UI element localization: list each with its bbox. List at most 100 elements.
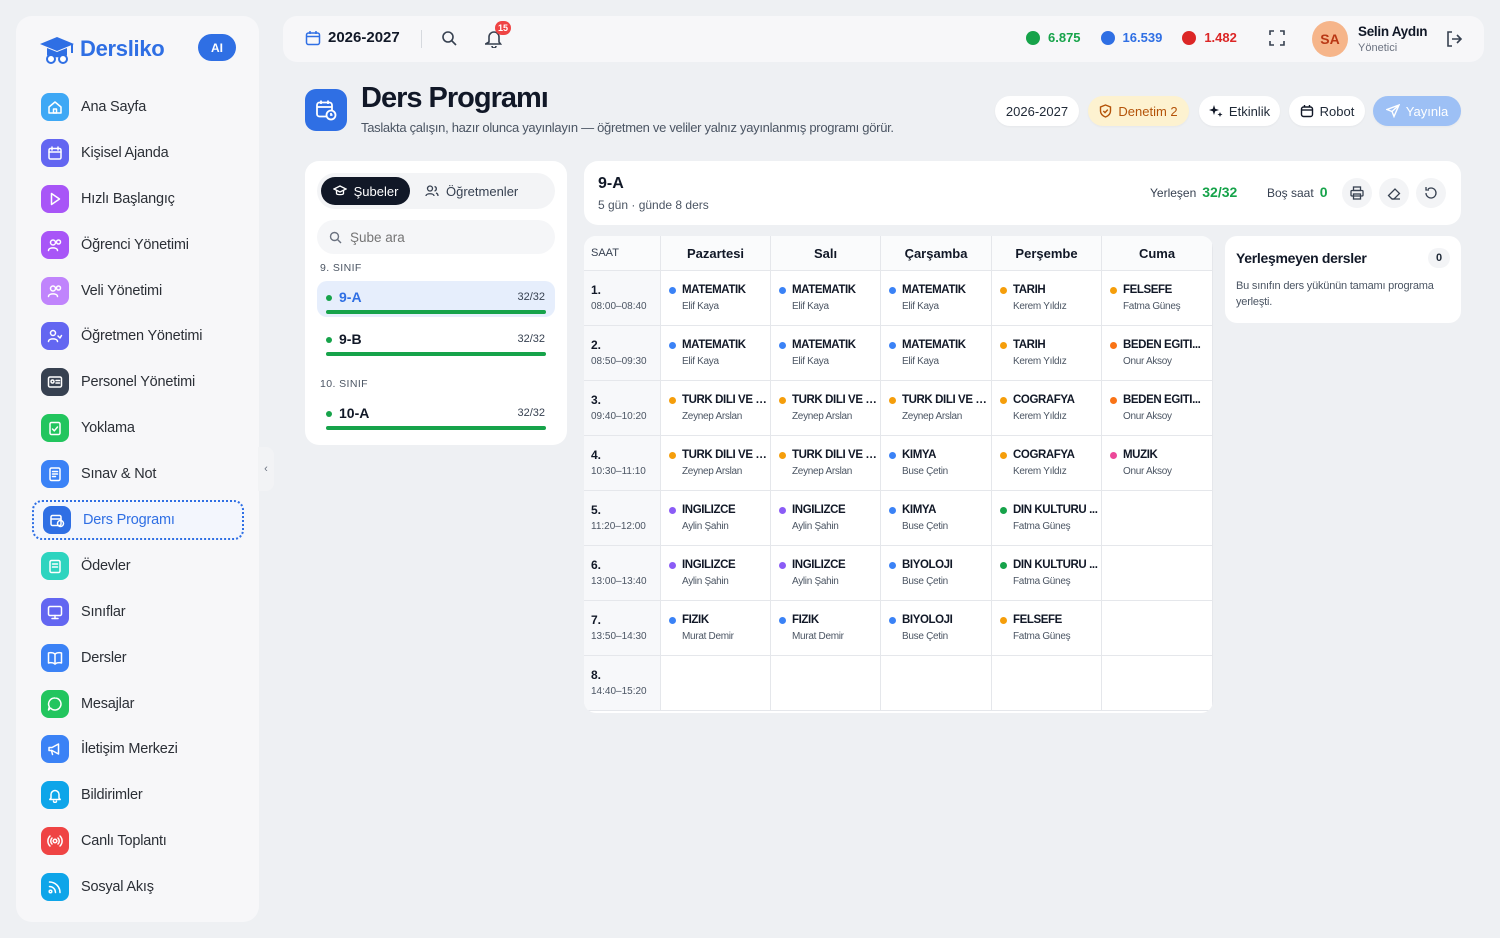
lesson-cell[interactable]: FELSEFE Fatma Güneş — [992, 601, 1102, 656]
sidebar-item-label: İletişim Merkezi — [81, 741, 178, 758]
lesson-cell[interactable]: MATEMATİK Elif Kaya — [661, 271, 771, 326]
lesson-subject: BİYOLOJİ — [902, 614, 953, 626]
lesson-cell[interactable]: TARİH Kerem Yıldız — [992, 271, 1102, 326]
year-filter-button[interactable]: 2026-2027 — [995, 96, 1079, 126]
empty-slot[interactable] — [661, 656, 771, 711]
sidebar-item-students[interactable]: Öğrenci Yönetimi — [32, 225, 244, 265]
currency-counter[interactable]: 1.482 — [1182, 30, 1237, 45]
user-role: Yönetici — [1358, 42, 1398, 54]
class-search — [317, 220, 555, 254]
year-selector[interactable]: 2026-2027 — [305, 29, 400, 46]
lesson-cell[interactable]: BEDEN EĞİTİ... Onur Aksoy — [1102, 326, 1213, 381]
status-dot — [326, 295, 332, 301]
lesson-cell[interactable]: COĞRAFYA Kerem Yıldız — [992, 381, 1102, 436]
lesson-cell[interactable]: İNGİLİZCE Aylin Şahin — [661, 546, 771, 601]
lesson-cell[interactable]: TÜRK DİLİ VE E... Zeynep Arslan — [881, 381, 992, 436]
lesson-teacher: Zeynep Arslan — [682, 466, 743, 477]
period-time: 11:20–12:00 — [591, 521, 646, 532]
sidebar-item-home[interactable]: Ana Sayfa — [32, 87, 244, 127]
logout-button[interactable] — [1444, 29, 1464, 54]
subject-color-dot — [889, 617, 896, 624]
lesson-cell[interactable]: MATEMATİK Elif Kaya — [771, 271, 881, 326]
empty-slot[interactable] — [1102, 491, 1213, 546]
lesson-cell[interactable]: BİYOLOJİ Buse Çetin — [881, 601, 992, 656]
students-icon — [41, 230, 69, 259]
currency-counter[interactable]: 6.875 — [1026, 30, 1081, 45]
lesson-cell[interactable]: COĞRAFYA Kerem Yıldız — [992, 436, 1102, 491]
sidebar-item-exam[interactable]: Sınav & Not — [32, 454, 244, 494]
lesson-cell[interactable]: DİN KÜLTÜRÜ ... Fatma Güneş — [992, 491, 1102, 546]
period-time: 08:00–08:40 — [591, 301, 647, 312]
sidebar-item-calendar[interactable]: Kişisel Ajanda — [32, 133, 244, 173]
class-summary-card: 9-A 5 gün · günde 8 ders Yerleşen 32/32 B… — [584, 161, 1461, 225]
sidebar-item-live[interactable]: Canlı Toplantı — [32, 821, 244, 861]
lesson-cell[interactable]: MATEMATİK Elif Kaya — [771, 326, 881, 381]
audit-button[interactable]: Denetim 2 — [1088, 96, 1189, 126]
lesson-subject: TARİH — [1013, 284, 1046, 296]
class-item[interactable]: 9-A 32/32 — [317, 281, 555, 317]
search-button[interactable] — [441, 30, 458, 52]
fullscreen-button[interactable] — [1268, 29, 1286, 52]
sidebar-item-bell[interactable]: Bildirimler — [32, 775, 244, 815]
publish-button[interactable]: Yayınla — [1373, 96, 1461, 126]
print-button[interactable] — [1342, 178, 1372, 208]
empty-slot[interactable] — [1102, 656, 1213, 711]
sidebar-item-play[interactable]: Hızlı Başlangıç — [32, 179, 244, 219]
lesson-teacher: Onur Aksoy — [1123, 356, 1172, 367]
lesson-cell[interactable]: MATEMATİK Elif Kaya — [881, 326, 992, 381]
lesson-cell[interactable]: TÜRK DİLİ VE E... Zeynep Arslan — [771, 381, 881, 436]
lesson-cell[interactable]: MATEMATİK Elif Kaya — [881, 271, 992, 326]
avatar[interactable]: SA — [1312, 21, 1348, 57]
lesson-cell[interactable]: İNGİLİZCE Aylin Şahin — [771, 491, 881, 546]
class-item[interactable]: 9-B 32/32 — [317, 323, 555, 359]
lesson-cell[interactable]: FİZİK Murat Demir — [661, 601, 771, 656]
empty-slot[interactable] — [1102, 546, 1213, 601]
lesson-cell[interactable]: BİYOLOJİ Buse Çetin — [881, 546, 992, 601]
lesson-cell[interactable]: BEDEN EĞİTİ... Onur Aksoy — [1102, 381, 1213, 436]
class-item-name: 10-A — [339, 405, 370, 421]
empty-slot[interactable] — [1102, 601, 1213, 656]
empty-slot[interactable] — [992, 656, 1102, 711]
sidebar-item-book[interactable]: Dersler — [32, 638, 244, 678]
subject-color-dot — [1000, 287, 1007, 294]
clear-button[interactable] — [1379, 178, 1409, 208]
activity-button[interactable]: Etkinlik — [1199, 96, 1280, 126]
tab-classes[interactable]: Şubeler — [321, 177, 410, 205]
robot-button[interactable]: Robot — [1289, 96, 1365, 126]
tab-teachers[interactable]: Öğretmenler — [425, 177, 518, 205]
currency-counter[interactable]: 16.539 — [1100, 30, 1162, 45]
sidebar-item-id-card[interactable]: Personel Yönetimi — [32, 362, 244, 402]
empty-stat: Boş saat 0 — [1267, 184, 1328, 200]
lesson-cell[interactable]: FELSEFE Fatma Güneş — [1102, 271, 1213, 326]
lesson-cell[interactable]: KİMYA Buse Çetin — [881, 436, 992, 491]
lesson-cell[interactable]: İNGİLİZCE Aylin Şahin — [771, 546, 881, 601]
sidebar-item-message[interactable]: Mesajlar — [32, 684, 244, 724]
reset-button[interactable] — [1416, 178, 1446, 208]
lesson-cell[interactable]: İNGİLİZCE Aylin Şahin — [661, 491, 771, 546]
sidebar-item-homework[interactable]: Ödevler — [32, 546, 244, 586]
ai-badge[interactable]: AI — [198, 34, 236, 61]
brand-logo[interactable]: Dersliko — [38, 30, 165, 68]
lesson-cell[interactable]: MÜZİK Onur Aksoy — [1102, 436, 1213, 491]
lesson-cell[interactable]: TÜRK DİLİ VE E... Zeynep Arslan — [771, 436, 881, 491]
sidebar-item-teacher[interactable]: Öğretmen Yönetimi — [32, 316, 244, 356]
lesson-cell[interactable]: TARİH Kerem Yıldız — [992, 326, 1102, 381]
lesson-cell[interactable]: KİMYA Buse Çetin — [881, 491, 992, 546]
sidebar-item-rss[interactable]: Sosyal Akış — [32, 867, 244, 907]
sidebar-item-schedule[interactable]: Ders Programı — [32, 500, 244, 541]
class-item[interactable]: 10-A 32/32 — [317, 397, 555, 433]
sidebar-item-megaphone[interactable]: İletişim Merkezi — [32, 729, 244, 769]
sidebar-item-clipboard-check[interactable]: Yoklama — [32, 408, 244, 448]
lesson-cell[interactable]: TÜRK DİLİ VE E... Zeynep Arslan — [661, 436, 771, 491]
empty-slot[interactable] — [881, 656, 992, 711]
lesson-cell[interactable]: TÜRK DİLİ VE E... Zeynep Arslan — [661, 381, 771, 436]
lesson-cell[interactable]: MATEMATİK Elif Kaya — [661, 326, 771, 381]
class-search-input[interactable] — [350, 229, 540, 245]
sidebar-collapse-button[interactable]: ‹ — [258, 447, 274, 491]
empty-slot[interactable] — [771, 656, 881, 711]
lesson-cell[interactable]: FİZİK Murat Demir — [771, 601, 881, 656]
blue-gem-icon — [1100, 30, 1115, 45]
sidebar-item-classroom[interactable]: Sınıflar — [32, 592, 244, 632]
lesson-cell[interactable]: DİN KÜLTÜRÜ ... Fatma Güneş — [992, 546, 1102, 601]
sidebar-item-parents[interactable]: Veli Yönetimi — [32, 271, 244, 311]
